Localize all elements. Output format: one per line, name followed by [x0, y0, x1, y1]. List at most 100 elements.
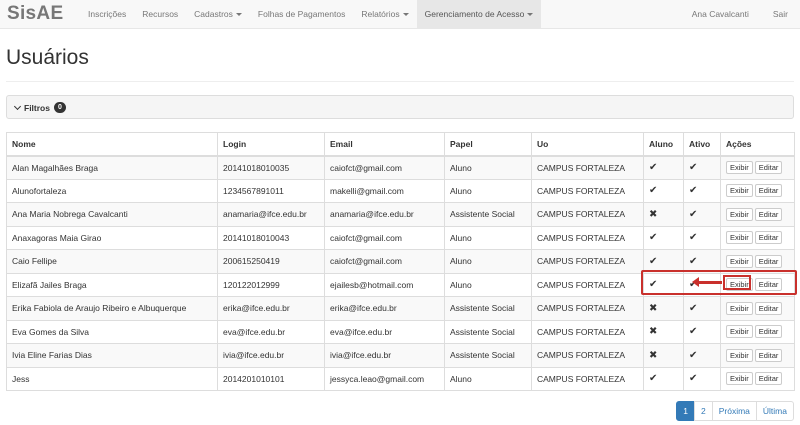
- exibir-button[interactable]: Exibir: [726, 161, 753, 174]
- nav-folhas-de-pagamentos[interactable]: Folhas de Pagamentos: [250, 0, 353, 29]
- cell-nome: Erika Fabiola de Araujo Ribeiro e Albuqu…: [6, 296, 218, 321]
- column-header-login[interactable]: Login: [217, 132, 325, 157]
- cell-papel: Aluno: [444, 225, 532, 250]
- exibir-button[interactable]: Exibir: [726, 325, 753, 339]
- cell-aluno: ✖: [643, 343, 684, 368]
- editar-button[interactable]: Editar: [754, 254, 783, 268]
- cell-uo: CAMPUS FORTALEZA: [531, 343, 644, 368]
- editar-button[interactable]: Editar: [754, 207, 783, 221]
- cell-email: jessyca.leao@gmail.com: [324, 366, 445, 391]
- exibir-button[interactable]: Exibir: [726, 207, 753, 221]
- column-header-aluno[interactable]: Aluno: [643, 132, 684, 157]
- cell-aluno: ✔: [643, 366, 684, 391]
- table-row: Ana Maria Nobrega Cavalcanti anamaria@if…: [6, 202, 795, 227]
- cell-login: 120122012999: [217, 272, 325, 297]
- column-header-nome[interactable]: Nome: [6, 132, 218, 157]
- cell-login: 20141018010035: [217, 155, 325, 180]
- table-row: Anaxagoras Maia Girao 20141018010043 cai…: [6, 225, 795, 250]
- main-nav: Inscrições Recursos Cadastros Folhas de …: [80, 0, 542, 29]
- editar-button[interactable]: Editar: [754, 161, 783, 174]
- page-title: Usuários: [6, 46, 89, 69]
- cell-login: 2014201010101: [217, 366, 325, 391]
- cell-papel: Aluno: [444, 272, 532, 297]
- cell-email: eva@ifce.edu.br: [324, 319, 445, 344]
- cell-login: anamaria@ifce.edu.br: [217, 202, 325, 227]
- exibir-button[interactable]: Exibir: [726, 348, 753, 362]
- nav-relatorios-dropdown[interactable]: Relatórios: [353, 0, 416, 29]
- nav-folhas-label: Folhas de Pagamentos: [257, 9, 346, 19]
- pagination: 1 2 Próxima Última: [676, 401, 794, 421]
- exibir-button[interactable]: Exibir: [726, 184, 753, 198]
- cell-ativo: ✔: [683, 155, 721, 180]
- cell-email: makelli@gmail.com: [324, 178, 445, 203]
- column-header-uo[interactable]: Uo: [531, 132, 644, 157]
- top-navbar: SisAE Inscrições Recursos Cadastros Folh…: [0, 0, 800, 29]
- ativo-status-icon: ✔: [689, 349, 698, 361]
- filters-label: Filtros: [24, 102, 50, 113]
- ativo-status-icon: ✔: [689, 326, 698, 338]
- cell-login: 20141018010043: [217, 225, 325, 250]
- cell-papel: Assistente Social: [444, 296, 532, 321]
- cell-email: erika@ifce.edu.br: [324, 296, 445, 321]
- aluno-status-icon: ✔: [649, 255, 658, 267]
- aluno-status-icon: ✖: [649, 208, 658, 220]
- nav-recursos[interactable]: Recursos: [134, 0, 186, 29]
- editar-button[interactable]: Editar: [754, 372, 783, 386]
- cell-acoes: Exibir Editar: [720, 366, 795, 391]
- page-2-button[interactable]: 2: [693, 401, 713, 421]
- cell-uo: CAMPUS FORTALEZA: [531, 366, 644, 391]
- cell-acoes: Exibir Editar: [720, 225, 795, 250]
- cell-papel: Assistente Social: [444, 319, 532, 344]
- page-1-button[interactable]: 1: [676, 401, 695, 421]
- column-header-acoes: Ações: [720, 132, 795, 157]
- cell-email: caiofct@gmail.com: [324, 155, 445, 180]
- cell-aluno: ✔: [643, 155, 684, 180]
- nav-inscricoes[interactable]: Inscrições: [80, 0, 134, 29]
- nav-gerenciamento-label: Gerenciamento de Acesso: [424, 9, 525, 19]
- table-row: Alunofortaleza 1234567891011 makelli@gma…: [6, 178, 795, 203]
- last-page-button[interactable]: Última: [755, 401, 794, 421]
- column-header-ativo[interactable]: Ativo: [683, 132, 721, 157]
- nav-cadastros-dropdown[interactable]: Cadastros: [186, 0, 250, 29]
- cell-nome: Alan Magalhães Braga: [6, 155, 218, 180]
- editar-button[interactable]: Editar: [754, 325, 783, 339]
- column-header-papel[interactable]: Papel: [444, 132, 532, 157]
- cell-email: caiofct@gmail.com: [324, 249, 445, 274]
- cell-papel: Assistente Social: [444, 343, 532, 368]
- table-row: Erika Fabiola de Araujo Ribeiro e Albuqu…: [6, 296, 795, 321]
- table-row: Eva Gomes da Silva eva@ifce.edu.br eva@i…: [6, 319, 795, 344]
- cell-uo: CAMPUS FORTALEZA: [531, 249, 644, 274]
- exibir-button[interactable]: Exibir: [726, 372, 753, 386]
- arrow-left-icon: [692, 277, 722, 287]
- editar-button[interactable]: Editar: [754, 301, 783, 315]
- table-header: Nome Login Email Papel Uo Aluno Ativo Aç…: [6, 132, 795, 157]
- cell-aluno: ✖: [643, 202, 684, 227]
- column-header-email[interactable]: Email: [324, 132, 445, 157]
- editar-button[interactable]: Editar: [754, 184, 783, 198]
- cell-aluno: ✔: [643, 178, 684, 203]
- cell-acoes: Exibir Editar: [720, 202, 795, 227]
- exibir-button[interactable]: Exibir: [726, 231, 753, 245]
- cell-uo: CAMPUS FORTALEZA: [531, 202, 644, 227]
- brand-logo[interactable]: SisAE: [7, 3, 63, 25]
- cell-ativo: ✔: [683, 296, 721, 321]
- exibir-button[interactable]: Exibir: [726, 301, 753, 315]
- cell-nome: Anaxagoras Maia Girao: [6, 225, 218, 250]
- aluno-status-icon: ✖: [649, 326, 658, 338]
- next-page-button[interactable]: Próxima: [711, 401, 757, 421]
- editar-button[interactable]: Editar: [754, 348, 783, 362]
- filters-toggle[interactable]: Filtros 0: [13, 102, 66, 113]
- user-name-link[interactable]: Ana Cavalcanti: [680, 0, 761, 29]
- logout-link[interactable]: Sair: [761, 0, 800, 29]
- caret-down-icon: [235, 13, 242, 17]
- highlight-button-box: [723, 275, 751, 290]
- aluno-status-icon: ✖: [649, 302, 658, 314]
- cell-acoes: Exibir Editar: [720, 319, 795, 344]
- cell-nome: Alunofortaleza: [6, 178, 218, 203]
- nav-gerenciamento-de-acesso-dropdown[interactable]: Gerenciamento de Acesso: [416, 0, 542, 29]
- exibir-button[interactable]: Exibir: [726, 254, 753, 268]
- cell-nome: Ivia Eline Farias Dias: [6, 343, 218, 368]
- cell-aluno: ✖: [643, 319, 684, 344]
- cell-login: ivia@ifce.edu.br: [217, 343, 325, 368]
- editar-button[interactable]: Editar: [754, 231, 783, 245]
